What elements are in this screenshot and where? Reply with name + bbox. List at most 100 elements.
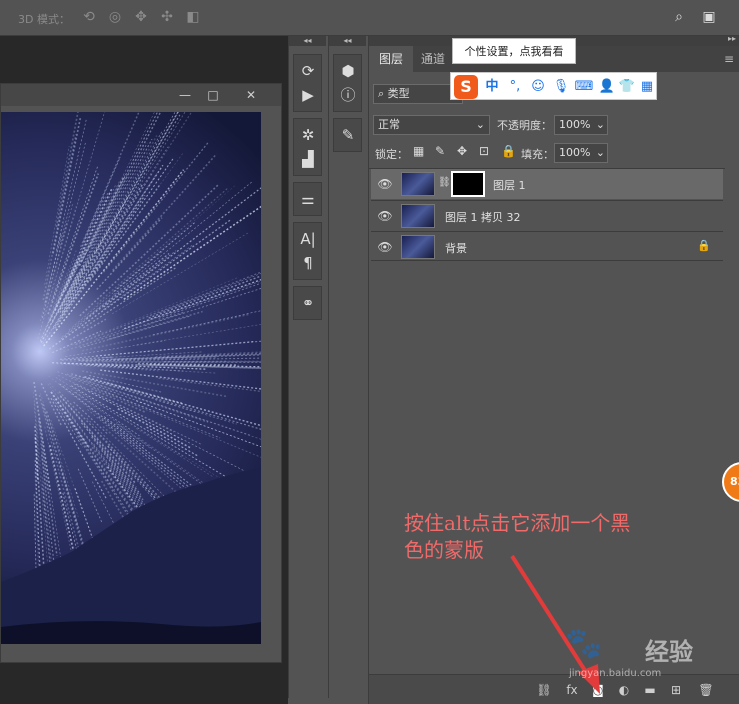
new-layer-icon[interactable]: ⊞	[667, 681, 685, 699]
play-action-icon[interactable]: ▶	[294, 83, 322, 107]
chevron-down-icon[interactable]: ⌄	[596, 116, 605, 134]
opacity-value: 100%	[559, 118, 591, 131]
watermark-url: jingyan.baidu.com	[569, 668, 662, 679]
search-icon: ⌕	[378, 87, 388, 100]
strip1-group-e: ⚭	[293, 286, 322, 320]
layer-row-background[interactable]: 👁 背景 🔒	[371, 231, 723, 261]
tutorial-annotation: 按住alt点击它添加一个黑 色的蒙版	[404, 510, 739, 564]
strip2-group-a: ⬢ ⓘ	[333, 54, 362, 112]
workspace-icon[interactable]: ▣	[700, 8, 718, 26]
scale-3d-icon[interactable]: ◧	[184, 8, 202, 26]
tab-channels[interactable]: 通道	[411, 46, 455, 72]
layers-panel: ▸▸ 图层 通道 ≡ ⌕ 类型 正常 ⌄ 不透明度： 100% ⌄ 锁定： ▦ …	[368, 34, 739, 704]
chinese-mode-icon[interactable]: 中	[482, 77, 502, 97]
options-bar: 3D 模式： ⟲ ◎ ✥ ✣ ◧ ⌕ ▣	[0, 0, 739, 36]
minimize-button[interactable]: —	[173, 87, 197, 103]
nodes-icon[interactable]: ⚭	[294, 291, 322, 315]
lock-label: 锁定：	[375, 148, 408, 161]
brush-settings-icon[interactable]: ✲	[294, 123, 322, 147]
chevron-down-icon[interactable]: ⌄	[596, 144, 605, 162]
lock-artboard-icon[interactable]: ⊡	[479, 144, 489, 158]
info-icon[interactable]: ⓘ	[334, 83, 362, 107]
user-icon[interactable]: 👤	[597, 77, 617, 97]
roll-3d-icon[interactable]: ◎	[106, 8, 124, 26]
maximize-button[interactable]: □	[201, 87, 225, 103]
lock-paint-icon[interactable]: ✎	[435, 144, 445, 158]
lock-all-icon[interactable]: 🔒	[501, 144, 516, 158]
pan-3d-icon[interactable]: ✥	[132, 8, 150, 26]
paragraph-icon[interactable]: ¶	[294, 251, 322, 275]
strip1-group-a: ⟳ ▶	[293, 54, 322, 112]
layer-mask-thumbnail[interactable]	[451, 171, 485, 197]
punctuation-icon[interactable]: °,	[505, 77, 525, 97]
fill-label: 填充：	[521, 148, 554, 161]
layer-thumbnail	[401, 172, 435, 196]
chain-link-icon[interactable]: ⛓	[438, 177, 451, 188]
baidu-paw-icon: 🐾	[565, 626, 603, 661]
collapse-strip-1-button[interactable]: ◂◂	[289, 36, 326, 46]
orbit-3d-icon[interactable]: ⟲	[80, 8, 98, 26]
opacity-label: 不透明度：	[497, 119, 552, 132]
lock-position-icon[interactable]: ✥	[457, 144, 467, 158]
ime-tooltip: 个性设置，点我看看	[452, 38, 576, 64]
skin-shirt-icon[interactable]: 👕	[617, 77, 637, 97]
strip1-group-b: ✲ ▟	[293, 118, 322, 176]
history-icon[interactable]: ⟳	[294, 59, 322, 83]
layer-row-layer1-copy32[interactable]: 👁 图层 1 拷贝 32	[371, 200, 723, 230]
fx-icon[interactable]: fx	[563, 681, 581, 699]
panel-icon-strip-2: ◂◂ ⬢ ⓘ ✎	[328, 36, 366, 698]
group-icon[interactable]: ▬	[641, 681, 659, 699]
adjustments-icon[interactable]: ⚌	[294, 187, 322, 211]
ime-toolbar: S 中 °, ☺ 🎙 ⌨ 👤 👕 ▦	[450, 72, 657, 100]
panel-icon-strip-1: ◂◂ ⟳ ▶ ✲ ▟ ⚌ A| ¶ ⚭	[288, 36, 326, 698]
canvas-workspace: — □ ✕	[0, 36, 288, 704]
layers-list: 👁 ⛓ 图层 1 👁 图层 1 拷贝 32 👁 背景 🔒	[369, 168, 725, 264]
link-icon[interactable]: ⛓	[535, 681, 553, 699]
fill-field[interactable]: 100% ⌄	[554, 143, 608, 163]
slide-3d-icon[interactable]: ✣	[158, 8, 176, 26]
histogram-icon[interactable]: ▟	[294, 147, 322, 171]
strip1-group-c: ⚌	[293, 182, 322, 216]
layer-row-layer1[interactable]: 👁 ⛓ 图层 1	[371, 169, 723, 199]
opacity-field[interactable]: 100% ⌄	[554, 115, 608, 135]
document-window: — □ ✕	[0, 83, 282, 663]
3d-mode-label: 3D 模式：	[18, 13, 70, 26]
document-title-bar[interactable]: — □ ✕	[1, 84, 281, 106]
search-icon[interactable]: ⌕	[670, 8, 688, 26]
lock-transparent-icon[interactable]: ▦	[413, 144, 424, 158]
brush-icon[interactable]: ✎	[334, 123, 362, 147]
layer-thumbnail	[401, 204, 435, 228]
blend-mode-select[interactable]: 正常 ⌄	[373, 115, 490, 135]
eye-icon[interactable]: 👁	[377, 177, 393, 191]
character-icon[interactable]: A|	[294, 227, 322, 251]
emoji-icon[interactable]: ☺	[528, 77, 548, 97]
star-trail-image[interactable]	[1, 112, 261, 644]
eye-icon[interactable]: 👁	[377, 209, 393, 223]
eye-icon[interactable]: 👁	[377, 240, 393, 254]
add-mask-icon[interactable]: ◙	[589, 681, 607, 699]
tab-layers[interactable]: 图层	[369, 46, 414, 72]
panel-menu-icon[interactable]: ≡	[724, 52, 734, 66]
layer-name: 图层 1	[493, 179, 526, 192]
3d-icon[interactable]: ⬢	[334, 59, 362, 83]
mountain-silhouette	[1, 468, 261, 644]
blend-mode-value: 正常	[378, 118, 400, 131]
layer-thumbnail	[401, 235, 435, 259]
delete-icon[interactable]: 🗑	[697, 681, 715, 699]
collapse-strip-2-button[interactable]: ◂◂	[329, 36, 366, 46]
filter-label: 类型	[387, 87, 410, 100]
microphone-icon[interactable]: 🎙	[551, 77, 571, 97]
close-button[interactable]: ✕	[239, 87, 263, 103]
baidu-watermark: 🐾 经验 jingyan.baidu.com	[565, 622, 735, 682]
adjustment-layer-icon[interactable]: ◐	[615, 681, 633, 699]
chevron-down-icon: ⌄	[475, 118, 485, 131]
keyboard-icon[interactable]: ⌨	[574, 77, 594, 97]
expand-panel-icon[interactable]: ▸▸	[728, 34, 736, 43]
toolbox-grid-icon[interactable]: ▦	[637, 77, 657, 97]
strip2-group-b: ✎	[333, 118, 362, 152]
annotation-line-1: 按住alt点击它添加一个黑	[404, 511, 631, 535]
annotation-line-2: 色的蒙版	[404, 538, 484, 562]
lock-icon: 🔒	[697, 239, 711, 252]
sogou-logo[interactable]: S	[454, 75, 478, 99]
layer-name: 图层 1 拷贝 32	[445, 211, 521, 224]
